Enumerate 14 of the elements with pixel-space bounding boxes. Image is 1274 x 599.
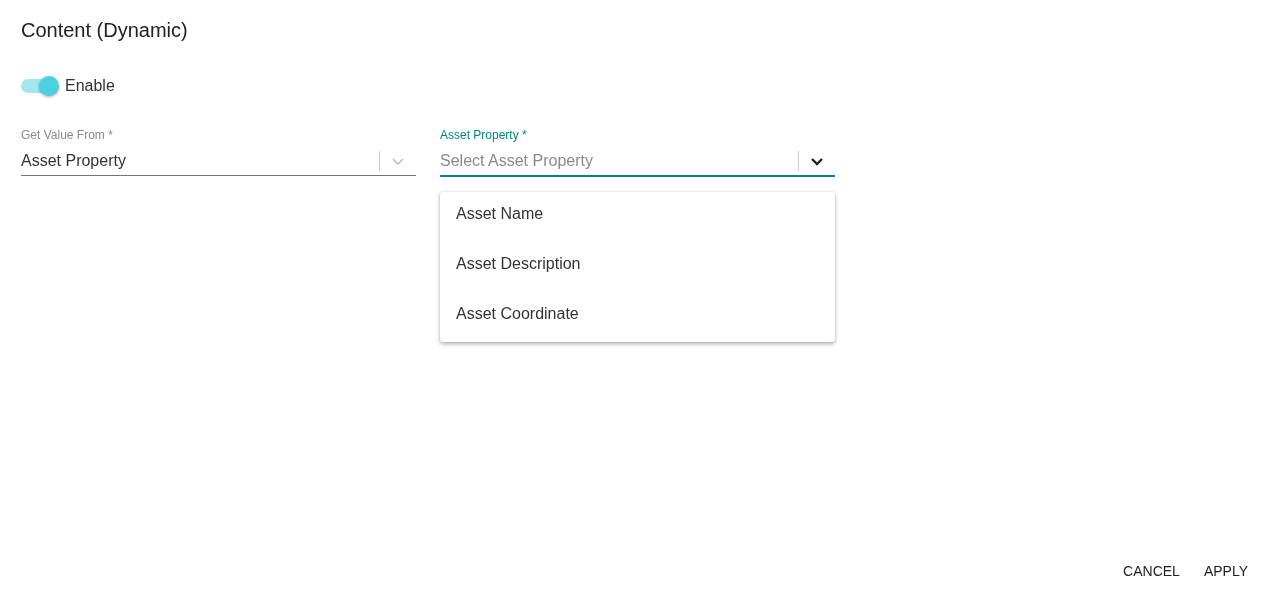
select-field[interactable]: Asset Property [21,147,416,176]
dialog-button[interactable]: APPLY [1193,557,1258,585]
menu-option[interactable]: Asset Coordinate [440,292,835,342]
dialog-button[interactable]: CANCEL [1113,557,1190,585]
field-value: Asset Property [21,152,127,170]
toggle-switch[interactable] [21,79,57,93]
toggle-label: Enable [65,77,115,95]
section-title: Content (Dynamic) [21,18,189,43]
field-placeholder: Select Asset Property [440,152,594,170]
menu-option[interactable]: Asset Name [440,192,835,242]
select-field[interactable]: Select Asset Property [440,147,835,177]
field-label: Asset Property * [440,128,527,143]
menu-option[interactable]: Asset Description [440,242,835,292]
field-label: Get Value From * [21,128,113,143]
